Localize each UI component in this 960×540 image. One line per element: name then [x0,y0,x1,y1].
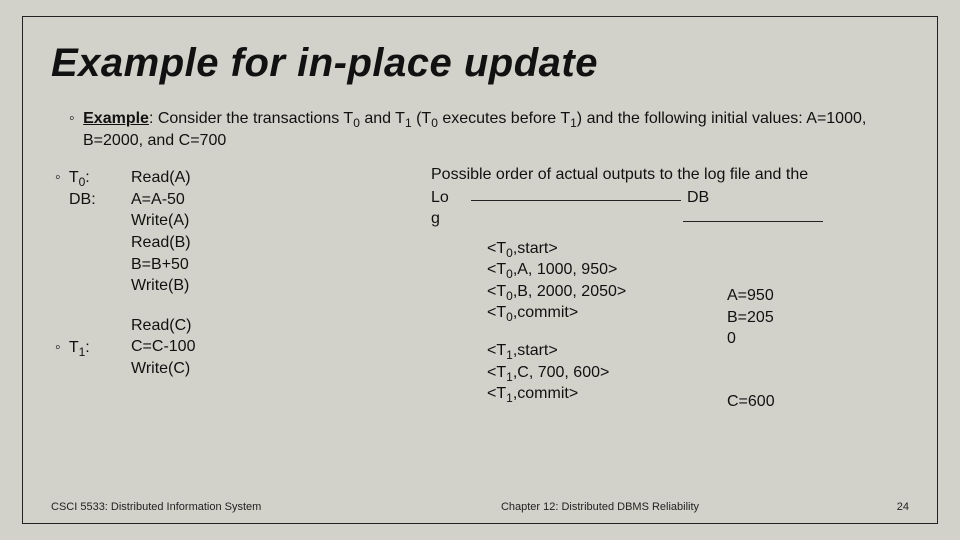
db-value: 0 [727,328,774,350]
example-statement: ◦ Example: Consider the transactions T0 … [69,108,909,151]
log-group-t0: <T0,start> <T0,A, 1000, 950> <T0,B, 2000… [487,238,909,324]
bullet-icon: ◦ [55,169,65,186]
log-entry: <T0,start> [487,238,909,260]
log-entry: <T1,C, 700, 600> [487,362,909,384]
db-header: DB [681,188,823,222]
t0-block: ◦ T0: DB: Read(A) A=A-50 Write(A) Read(B… [55,167,395,297]
log-entry: <T1,commit> [487,383,909,405]
log-db-header-row: Lo g DB [431,188,909,230]
t0-op: Write(A) [131,210,191,232]
bullet-icon: ◦ [69,110,79,127]
slide-frame: Example for in-place update ◦ Example: C… [22,16,938,524]
body-row: ◦ T0: DB: Read(A) A=A-50 Write(A) Read(B… [55,167,909,405]
log-label-line2: g [431,209,471,230]
possible-order-text-span: Possible order of actual outputs to the … [431,166,808,183]
footer-page-number: 24 [849,501,909,513]
t0-label: ◦ T0: DB: [55,167,105,210]
db-values-t1: C=600 [727,391,775,413]
left-column: ◦ T0: DB: Read(A) A=A-50 Write(A) Read(B… [55,167,395,397]
footer-left: CSCI 5533: Distributed Information Syste… [51,501,351,513]
t1-label-colon: : [85,339,89,356]
log-label-line1: Lo [431,188,471,209]
log-group-t1: <T1,start> <T1,C, 700, 600> <T1,commit> [487,340,909,405]
t1-op: C=C-100 [131,336,195,358]
t0-op: Read(B) [131,232,191,254]
t0-label-colon: : [85,169,89,186]
db-rule [683,221,823,222]
log-header: Lo g [431,188,471,230]
t0-op: Read(A) [131,167,191,189]
bullet-icon: ◦ [55,339,65,356]
t1-label: ◦ T1: [55,315,105,359]
example-t1-sub: 1 [405,116,412,130]
example-text-mid2: (T [412,110,432,127]
db-label: DB [687,188,823,209]
t1-ops: Read(C) C=C-100 Write(C) [131,315,195,380]
t0-ops: Read(A) A=A-50 Write(A) Read(B) B=B+50 W… [131,167,191,297]
log-entry: <T0,B, 2000, 2050> [487,281,909,303]
t0-label-text: T [69,169,79,186]
slide-title: Example for in-place update [51,41,909,86]
right-column: Possible order of actual outputs to the … [431,165,909,405]
footer-center: Chapter 12: Distributed DBMS Reliability [351,501,849,513]
db-value: C=600 [727,391,775,413]
log-entry: <T1,start> [487,340,909,362]
example-label: Example [83,110,149,127]
log-entry: <T0,commit> [487,302,909,324]
t1-label-text: T [69,339,79,356]
db-value: A=950 [727,285,774,307]
example-t0-sub: 0 [353,116,360,130]
log-rule-col [471,188,681,201]
t0-db-label: DB: [69,189,105,211]
example-text-before: : Consider the transactions T [149,110,353,127]
t1-op: Write(C) [131,358,195,380]
example-text-mid1: and T [360,110,405,127]
t0-op: Write(B) [131,275,191,297]
example-text-mid3: executes before T [438,110,570,127]
slide: Example for in-place update ◦ Example: C… [0,0,960,540]
log-entry: <T0,A, 1000, 950> [487,259,909,281]
t1-block: ◦ T1: Read(C) C=C-100 Write(C) [55,315,395,380]
log-rule [471,200,681,201]
possible-order-text: Possible order of actual outputs to the … [431,165,909,186]
t0-op: B=B+50 [131,254,191,276]
t1-op: Read(C) [131,315,195,337]
footer: CSCI 5533: Distributed Information Syste… [51,501,909,513]
example-t0-sub-2: 0 [431,116,438,130]
db-value: B=205 [727,307,774,329]
t0-op: A=A-50 [131,189,191,211]
db-values-t0: A=950 B=205 0 [727,285,774,350]
example-t1-sub-2: 1 [570,116,577,130]
